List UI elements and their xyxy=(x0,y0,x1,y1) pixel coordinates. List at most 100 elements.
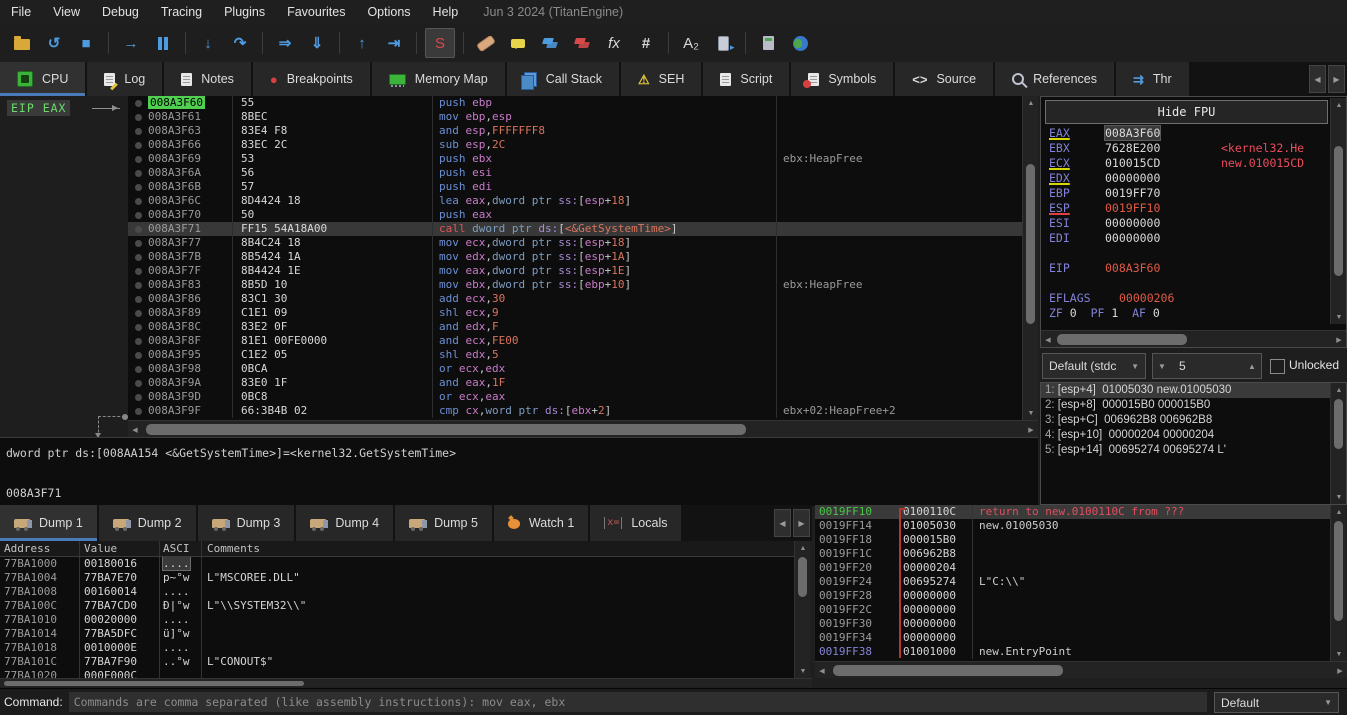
tab-source[interactable]: <>Source xyxy=(895,62,995,96)
arg-count-spinner[interactable]: ▼ 5 ▲ xyxy=(1152,353,1262,379)
stack-row[interactable]: 0019FF100100110Creturn to new.0100110C f… xyxy=(815,505,1330,519)
breakpoint-dot-icon[interactable] xyxy=(128,348,148,362)
tab-scroll-right-icon[interactable]: ▶ xyxy=(1328,65,1345,93)
scroll-down-icon[interactable]: ▼ xyxy=(1331,310,1347,324)
stack-row[interactable]: 0019FF1401005030new.01005030 xyxy=(815,519,1330,533)
breakpoint-dot-icon[interactable] xyxy=(128,362,148,376)
breakpoint-dot-icon[interactable] xyxy=(128,404,148,418)
breakpoint-dot-icon[interactable] xyxy=(128,376,148,390)
menu-item-file[interactable]: File xyxy=(0,5,42,19)
breakpoint-dot-icon[interactable] xyxy=(128,124,148,138)
scroll-down-icon[interactable]: ▼ xyxy=(795,664,811,678)
breakpoint-dot-icon[interactable] xyxy=(128,194,148,208)
hide-fpu-button[interactable]: Hide FPU xyxy=(1045,100,1328,124)
run-icon[interactable]: → xyxy=(117,29,145,57)
stack-vscrollbar[interactable]: ▲ ▼ xyxy=(1330,505,1346,661)
breakpoint-dot-icon[interactable] xyxy=(128,222,148,236)
disasm-row[interactable]: 008A3F6055push ebp xyxy=(128,96,1022,110)
stack-row[interactable]: 0019FF1C006962B8 xyxy=(815,547,1330,561)
function-icon[interactable]: fx xyxy=(600,29,628,57)
register-row[interactable]: ESI00000000 xyxy=(1049,216,1326,231)
scroll-up-icon[interactable]: ▲ xyxy=(1331,98,1347,112)
stack-row[interactable]: 0019FF18000015B0 xyxy=(815,533,1330,547)
dump-row[interactable]: 77BA101477BA5DFCü]°w xyxy=(0,627,794,641)
stack-hscrollbar[interactable]: ◀ ▶ xyxy=(815,661,1347,678)
disasm-row[interactable]: 008A3F7B8B5424 1Amov edx,dword ptr ss:[e… xyxy=(128,250,1022,264)
command-input[interactable] xyxy=(69,692,1207,712)
patches-icon[interactable] xyxy=(568,29,596,57)
tab-references[interactable]: References xyxy=(995,62,1116,96)
breakpoint-dot-icon[interactable] xyxy=(128,250,148,264)
dump-hscroll-thumb[interactable] xyxy=(4,681,304,686)
disasm-row[interactable]: 008A3F6953push ebxebx:HeapFree xyxy=(128,152,1022,166)
tab-thr[interactable]: ⇉Thr xyxy=(1116,62,1191,96)
scroll-down-icon[interactable]: ▼ xyxy=(1331,490,1347,504)
calculator-icon[interactable] xyxy=(754,29,782,57)
tab-cpu[interactable]: CPU xyxy=(0,62,87,96)
tab-watch-1[interactable]: Watch 1 xyxy=(494,505,590,541)
spinner-up-icon[interactable]: ▲ xyxy=(1243,362,1261,371)
step-over-icon[interactable]: ↷ xyxy=(226,29,254,57)
tab-scroll-right-icon[interactable]: ▶ xyxy=(793,509,810,537)
tab-call-stack[interactable]: Call Stack xyxy=(507,62,621,96)
register-row[interactable]: EDX00000000 xyxy=(1049,171,1326,186)
arguments-vscroll-thumb[interactable] xyxy=(1334,399,1343,449)
register-row[interactable]: EIP008A3F60 xyxy=(1049,261,1326,276)
registers-vscroll-thumb[interactable] xyxy=(1334,146,1343,276)
dump-hscrollbar[interactable] xyxy=(0,678,812,687)
disasm-row[interactable]: 008A3F95C1E2 05shl edx,5 xyxy=(128,348,1022,362)
open-file-icon[interactable] xyxy=(8,29,36,57)
tab-script[interactable]: Script xyxy=(703,62,791,96)
menu-item-help[interactable]: Help xyxy=(422,5,470,19)
trace-into-icon[interactable]: ⇒ xyxy=(271,29,299,57)
scroll-down-icon[interactable]: ▼ xyxy=(1023,406,1039,420)
tab-breakpoints[interactable]: ●Breakpoints xyxy=(253,62,372,96)
disasm-row[interactable]: 008A3F71FF15 54A18A00call dword ptr ds:[… xyxy=(128,222,1022,236)
tab-notes[interactable]: Notes xyxy=(164,62,253,96)
disasm-row[interactable]: 008A3F6683EC 2Csub esp,2C xyxy=(128,138,1022,152)
breakpoint-dot-icon[interactable] xyxy=(128,166,148,180)
arguments-vscrollbar[interactable]: ▲ ▼ xyxy=(1330,383,1346,504)
dump-vscrollbar[interactable]: ▲ ▼ xyxy=(794,541,810,678)
registers-hscroll-thumb[interactable] xyxy=(1057,334,1187,345)
tab-dump-3[interactable]: Dump 3 xyxy=(198,505,297,541)
labels-icon[interactable] xyxy=(536,29,564,57)
internet-icon[interactable] xyxy=(786,29,814,57)
stack-row[interactable]: 0019FF3000000000 xyxy=(815,617,1330,631)
tab-scroll-left-icon[interactable]: ◀ xyxy=(774,509,791,537)
tab-dump-5[interactable]: Dump 5 xyxy=(395,505,494,541)
disasm-hscroll-thumb[interactable] xyxy=(146,424,746,435)
breakpoint-dot-icon[interactable] xyxy=(128,390,148,404)
disasm-row[interactable]: 008A3F9F66:3B4B 02cmp cx,word ptr ds:[eb… xyxy=(128,404,1022,418)
menu-item-debug[interactable]: Debug xyxy=(91,5,150,19)
dump-row[interactable]: 77BA100800160014.... xyxy=(0,585,794,599)
breakpoint-dot-icon[interactable] xyxy=(128,138,148,152)
register-row[interactable]: EBX7628E200<kernel32.He xyxy=(1049,141,1326,156)
scroll-left-icon[interactable]: ◀ xyxy=(815,662,829,679)
disasm-row[interactable]: 008A3F8F81E1 00FE0000and ecx,FE00 xyxy=(128,334,1022,348)
breakpoint-dot-icon[interactable] xyxy=(128,306,148,320)
scroll-left-icon[interactable]: ◀ xyxy=(1041,331,1055,348)
assembler-icon[interactable]: A₂ xyxy=(677,29,705,57)
menu-item-options[interactable]: Options xyxy=(356,5,421,19)
stack-row[interactable]: 0019FF2C00000000 xyxy=(815,603,1330,617)
dump-row[interactable]: 77BA100000180016.... xyxy=(0,557,794,571)
disasm-vscroll-thumb[interactable] xyxy=(1026,164,1035,324)
tab-dump-2[interactable]: Dump 2 xyxy=(99,505,198,541)
terminate-icon[interactable]: ■ xyxy=(72,29,100,57)
argument-row[interactable]: 1: [esp+4] 01005030 new.01005030 xyxy=(1041,383,1346,398)
flags-row[interactable]: ZF 0 PF 1 AF 0 xyxy=(1049,306,1326,321)
spinner-down-icon[interactable]: ▼ xyxy=(1153,362,1171,371)
scroll-down-icon[interactable]: ▼ xyxy=(1331,647,1347,661)
disasm-vscrollbar[interactable]: ▲ ▼ xyxy=(1022,96,1038,420)
scroll-right-icon[interactable]: ▶ xyxy=(1333,662,1347,679)
breakpoint-dot-icon[interactable] xyxy=(128,292,148,306)
dump-vscroll-thumb[interactable] xyxy=(798,557,807,597)
disasm-row[interactable]: 008A3F618BECmov ebp,esp xyxy=(128,110,1022,124)
argument-row[interactable]: 2: [esp+8] 000015B0 000015B0 xyxy=(1041,398,1346,413)
dump-row[interactable]: 77BA100C77BA7CD0Ð|°wL"\\SYSTEM32\\" xyxy=(0,599,794,613)
disasm-row[interactable]: 008A3F838B5D 10mov ebx,dword ptr ss:[ebp… xyxy=(128,278,1022,292)
hash-icon[interactable]: # xyxy=(632,29,660,57)
tab-log[interactable]: Log xyxy=(87,62,164,96)
register-row[interactable]: EBP0019FF70 xyxy=(1049,186,1326,201)
